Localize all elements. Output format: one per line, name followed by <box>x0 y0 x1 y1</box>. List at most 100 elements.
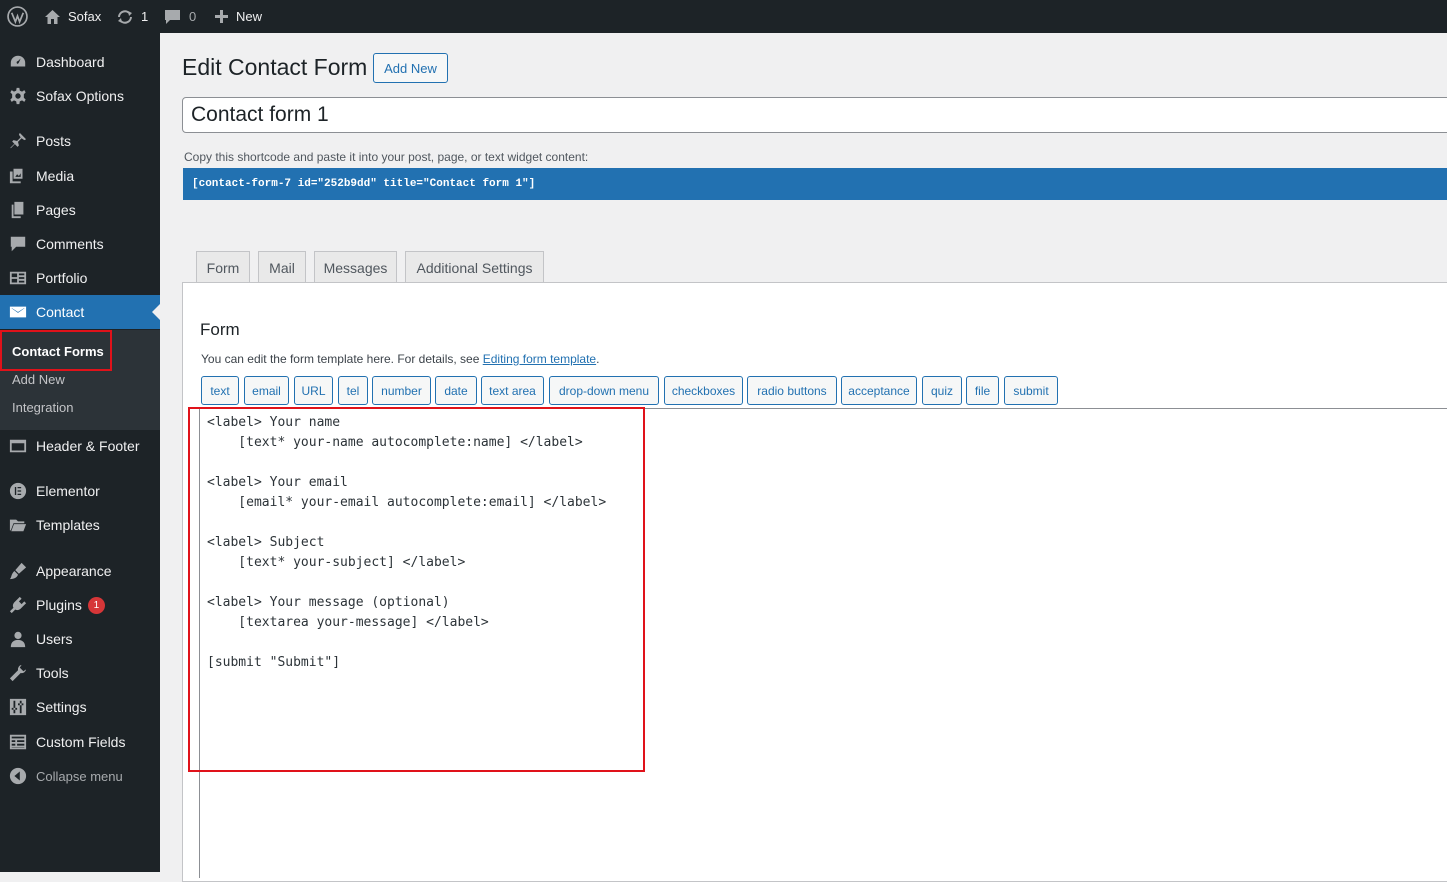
sidebar-item-sofax-options[interactable]: Sofax Options <box>0 79 160 113</box>
media-icon <box>8 166 28 186</box>
comments-link[interactable]: 0 <box>164 0 196 33</box>
sidebar-item-posts[interactable]: Posts <box>0 124 160 158</box>
sidebar-item-dashboard[interactable]: Dashboard <box>0 45 160 79</box>
add-new-button[interactable]: Add New <box>373 53 448 83</box>
wrench-icon <box>8 663 28 683</box>
tag-button-text[interactable]: text <box>201 376 239 405</box>
panel-heading: Form <box>200 320 240 339</box>
highlight-box-contact-forms <box>0 330 112 371</box>
sidebar-item-appearance[interactable]: Appearance <box>0 554 160 588</box>
tag-button-textarea[interactable]: text area <box>481 376 544 405</box>
sidebar-item-media[interactable]: Media <box>0 159 160 193</box>
mail-icon <box>8 302 28 322</box>
sidebar-item-users[interactable]: Users <box>0 622 160 656</box>
tag-button-number[interactable]: number <box>372 376 431 405</box>
sidebar-item-settings[interactable]: Settings <box>0 690 160 724</box>
tab-additional-settings[interactable]: Additional Settings <box>405 251 544 283</box>
dashboard-icon <box>8 52 28 72</box>
sidebar-item-label: Custom Fields <box>36 734 126 750</box>
collapse-icon <box>8 766 28 786</box>
refresh-icon <box>116 9 134 25</box>
folder-icon <box>8 515 28 535</box>
tag-button-radio-buttons[interactable]: radio buttons <box>747 376 837 405</box>
tag-button-submit[interactable]: submit <box>1004 376 1058 405</box>
tag-button-acceptance[interactable]: acceptance <box>841 376 917 405</box>
sidebar-item-label: Settings <box>36 699 87 715</box>
sidebar-item-plugins[interactable]: Plugins 1 <box>0 588 160 622</box>
user-icon <box>8 629 28 649</box>
submenu-item-add-new[interactable]: Add New <box>12 372 65 387</box>
sidebar-item-label: Pages <box>36 202 76 218</box>
sidebar-item-label: Tools <box>36 665 69 681</box>
tab-messages[interactable]: Messages <box>314 251 397 283</box>
highlight-box-form-template <box>188 407 645 772</box>
sidebar-item-label: Portfolio <box>36 270 88 286</box>
sidebar-item-elementor[interactable]: Elementor <box>0 474 160 508</box>
sidebar-item-contact[interactable]: Contact <box>0 295 160 329</box>
shortcode-label: Copy this shortcode and paste it into yo… <box>184 150 589 164</box>
elementor-icon <box>8 481 28 501</box>
sidebar-item-label: Templates <box>36 517 100 533</box>
new-content-link[interactable]: New <box>214 0 262 33</box>
settings-icon <box>8 697 28 717</box>
shortcode-field[interactable]: [contact-form-7 id="252b9dd" title="Cont… <box>183 168 1447 200</box>
active-menu-arrow <box>152 304 160 320</box>
editing-form-template-link[interactable]: Editing form template <box>483 352 596 366</box>
pages-icon <box>8 200 28 220</box>
comments-count: 0 <box>189 9 197 24</box>
layout-icon <box>8 436 28 456</box>
submenu-item-integration[interactable]: Integration <box>12 400 73 415</box>
sidebar-item-portfolio[interactable]: Portfolio <box>0 261 160 295</box>
updates-count: 1 <box>141 9 149 24</box>
sidebar-item-label: Sofax Options <box>36 88 124 104</box>
collapse-menu-button[interactable]: Collapse menu <box>0 759 160 793</box>
sidebar-item-label: Dashboard <box>36 54 105 70</box>
site-name: Sofax <box>68 9 102 24</box>
sidebar-item-tools[interactable]: Tools <box>0 656 160 690</box>
panel-description: You can edit the form template here. For… <box>201 352 599 366</box>
panel-description-text: You can edit the form template here. For… <box>201 352 483 366</box>
sidebar-item-label: Collapse menu <box>36 768 123 784</box>
sidebar-item-label: Media <box>36 168 75 184</box>
pin-icon <box>8 131 28 151</box>
tag-button-checkboxes[interactable]: checkboxes <box>664 376 743 405</box>
brush-icon <box>8 561 28 581</box>
plugins-update-badge: 1 <box>87 596 105 614</box>
tag-button-url[interactable]: URL <box>294 376 333 405</box>
tag-button-tel[interactable]: tel <box>338 376 368 405</box>
sidebar-item-label: Header & Footer <box>36 438 140 454</box>
panel-description-end: . <box>596 352 600 366</box>
tab-mail[interactable]: Mail <box>258 251 306 283</box>
page-title: Edit Contact Form <box>182 54 368 80</box>
tag-button-date[interactable]: date <box>435 376 477 405</box>
sidebar-item-custom-fields[interactable]: Custom Fields <box>0 725 160 759</box>
sidebar-item-label: Posts <box>36 133 72 149</box>
plus-icon <box>214 9 229 24</box>
sidebar-item-label: Elementor <box>36 483 100 499</box>
sidebar-item-label: Users <box>36 631 73 647</box>
sidebar-item-comments[interactable]: Comments <box>0 227 160 261</box>
gear-icon <box>8 86 28 106</box>
site-home-link[interactable]: Sofax <box>44 0 101 33</box>
sidebar-item-templates[interactable]: Templates <box>0 508 160 542</box>
form-title-input[interactable]: Contact form 1 <box>182 97 1447 133</box>
comment-icon <box>8 234 28 254</box>
sidebar-item-label: Appearance <box>36 563 112 579</box>
sidebar-item-header-footer[interactable]: Header & Footer <box>0 429 160 463</box>
plugin-icon <box>8 595 28 615</box>
updates-link[interactable]: 1 <box>116 0 148 33</box>
sidebar-item-label: Plugins <box>36 597 82 613</box>
sidebar-item-pages[interactable]: Pages <box>0 193 160 227</box>
tag-button-file[interactable]: file <box>966 376 999 405</box>
sidebar-item-label: Contact <box>36 304 85 320</box>
tab-form[interactable]: Form <box>196 251 250 283</box>
sidebar-item-label: Comments <box>36 236 104 252</box>
wordpress-logo-icon[interactable] <box>7 0 28 33</box>
admin-bar: Sofax 1 0 New <box>0 0 1447 33</box>
tag-button-email[interactable]: email <box>244 376 289 405</box>
tag-button-dropdown-menu[interactable]: drop-down menu <box>549 376 659 405</box>
home-icon <box>44 9 61 25</box>
new-label: New <box>236 9 263 24</box>
table-icon <box>8 732 28 752</box>
tag-button-quiz[interactable]: quiz <box>922 376 962 405</box>
